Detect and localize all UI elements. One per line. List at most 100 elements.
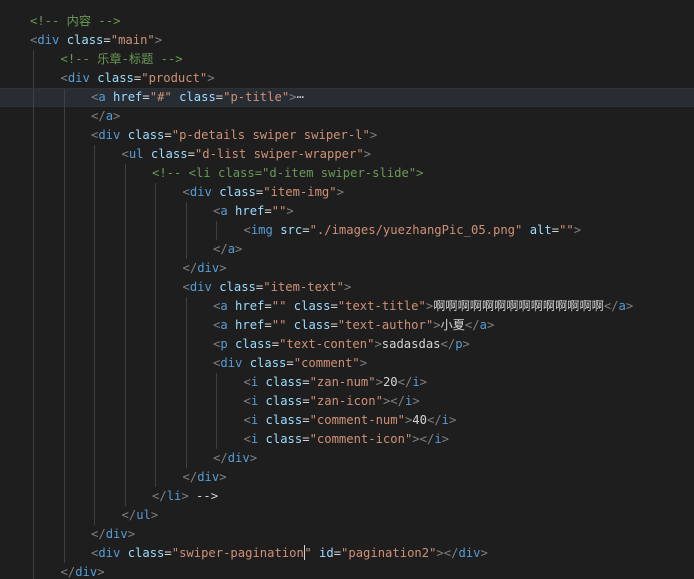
code-token: href — [235, 299, 265, 313]
code-line[interactable]: </a> — [0, 107, 694, 126]
code-token: < — [243, 413, 251, 427]
code-editor[interactable]: <!-- 内容 --> <div class="main"> <!-- 乐章-标题 … — [0, 0, 694, 579]
indent-guide — [216, 392, 217, 411]
code-line[interactable]: <a href="" class="text-author">小夏</a> — [0, 316, 694, 335]
indent-guide — [63, 506, 65, 525]
code-token: i — [434, 432, 442, 446]
indent-guide — [185, 392, 187, 411]
code-line[interactable]: </div> — [0, 449, 694, 468]
code-line[interactable]: </li> --> — [0, 487, 694, 506]
code-token: alt — [529, 223, 552, 237]
code-line[interactable]: <!-- 内容 --> — [0, 12, 694, 31]
code-line[interactable]: </div> — [0, 259, 694, 278]
indent-guide — [33, 506, 34, 525]
code-token: > — [343, 280, 352, 294]
code-line[interactable]: </ul> — [0, 506, 694, 525]
code-token: > — [219, 261, 227, 275]
code-token: = — [264, 318, 272, 332]
indent-guide — [94, 240, 95, 259]
indent-guide — [185, 411, 187, 430]
indent-guide — [155, 240, 156, 259]
indent-guide — [63, 411, 65, 430]
code-token: > — [419, 375, 428, 389]
code-line[interactable]: <p class="text-conten">sadasdas</p> — [0, 335, 694, 354]
code-token: "zan-icon" — [309, 394, 383, 408]
code-line[interactable]: </div> — [0, 525, 694, 544]
code-text: <i class="zan-num">20</i> — [244, 373, 428, 392]
code-line[interactable]: <a href=""> — [0, 202, 694, 221]
indent-guide — [124, 164, 126, 183]
code-token: > — [219, 470, 227, 484]
code-line-active[interactable]: <a href="#" class="p-title">⋯ — [0, 88, 694, 108]
code-line[interactable]: <div class="main"> — [0, 31, 694, 50]
code-token: "d-list swiper-wrapper" — [194, 147, 364, 161]
code-line[interactable]: <div class="p-details swiper swiper-l"> — [0, 126, 694, 145]
code-line[interactable]: </a> — [0, 240, 694, 259]
code-token: </ — [213, 451, 228, 465]
code-text: </div> — [213, 449, 257, 468]
code-line[interactable]: <!-- 乐章-标题 --> — [0, 50, 694, 69]
code-token: "" — [271, 204, 287, 218]
code-token: div — [67, 71, 90, 85]
indent-guide — [63, 183, 65, 202]
indent-guide — [63, 430, 65, 449]
code-line[interactable]: </div> — [0, 563, 694, 579]
code-token: a — [618, 299, 626, 313]
indent-guide — [124, 316, 126, 335]
code-token: > — [113, 109, 121, 123]
indent-guide — [63, 373, 65, 392]
indent-guide — [155, 278, 156, 297]
indent-guide — [33, 449, 34, 468]
code-line[interactable]: <div class="swiper-pagination" id="pagin… — [0, 544, 694, 563]
code-line[interactable]: <!-- <li class="d-item swiper-slide"> — [0, 164, 694, 183]
fold-ellipsis-icon[interactable]: ⋯ — [297, 90, 304, 104]
indent-guide — [63, 221, 65, 240]
code-token: "swiper-pagination — [171, 546, 304, 560]
indent-guide — [124, 354, 126, 373]
code-token: </ — [60, 565, 76, 579]
indent-guide — [63, 278, 65, 297]
code-line[interactable]: <img src="./images/yuezhangPic_05.png" a… — [0, 221, 694, 240]
code-text: </div> — [183, 259, 227, 278]
code-token: "item-text" — [263, 280, 344, 294]
indent-guide — [124, 430, 126, 449]
indent-guide — [33, 126, 34, 145]
code-line[interactable]: <div class="item-img"> — [0, 183, 694, 202]
code-line[interactable]: <i class="zan-num">20</i> — [0, 373, 694, 392]
code-token: > — [235, 242, 243, 256]
code-line[interactable]: <a href="" class="text-title">啊啊啊啊啊啊啊啊啊啊… — [0, 297, 694, 316]
code-token: div — [227, 451, 250, 465]
code-token: src — [280, 223, 303, 237]
code-token: "comment" — [293, 356, 360, 370]
code-token: </ — [440, 337, 456, 351]
code-line[interactable]: <ul class="d-list swiper-wrapper"> — [0, 145, 694, 164]
code-token: class — [293, 299, 331, 313]
code-line[interactable]: <div class="item-text"> — [0, 278, 694, 297]
indent-guide — [124, 487, 126, 506]
code-token: "comment-num" — [309, 413, 405, 427]
code-token: a — [220, 204, 228, 218]
code-line[interactable]: <i class="comment-num">40</i> — [0, 411, 694, 430]
code-line[interactable]: <div class="comment"> — [0, 354, 694, 373]
code-token: > — [127, 527, 136, 541]
indent-guide — [185, 373, 187, 392]
code-token: > — [249, 451, 258, 465]
code-text: </a> — [213, 240, 242, 259]
code-token: < — [121, 147, 129, 161]
code-line[interactable]: <div class="product"> — [0, 69, 694, 88]
code-token: "main" — [110, 33, 155, 47]
code-line[interactable]: </div> — [0, 468, 694, 487]
code-token: class — [265, 394, 303, 408]
code-token: > — [181, 489, 189, 503]
code-line[interactable]: <i class="comment-icon"></i> — [0, 430, 694, 449]
indent-guide — [155, 202, 156, 221]
indent-guide — [63, 202, 65, 221]
code-token: </ — [603, 299, 619, 313]
indent-guide — [124, 297, 126, 316]
code-token: li — [166, 489, 182, 503]
code-line[interactable]: <i class="zan-icon"></i> — [0, 392, 694, 411]
